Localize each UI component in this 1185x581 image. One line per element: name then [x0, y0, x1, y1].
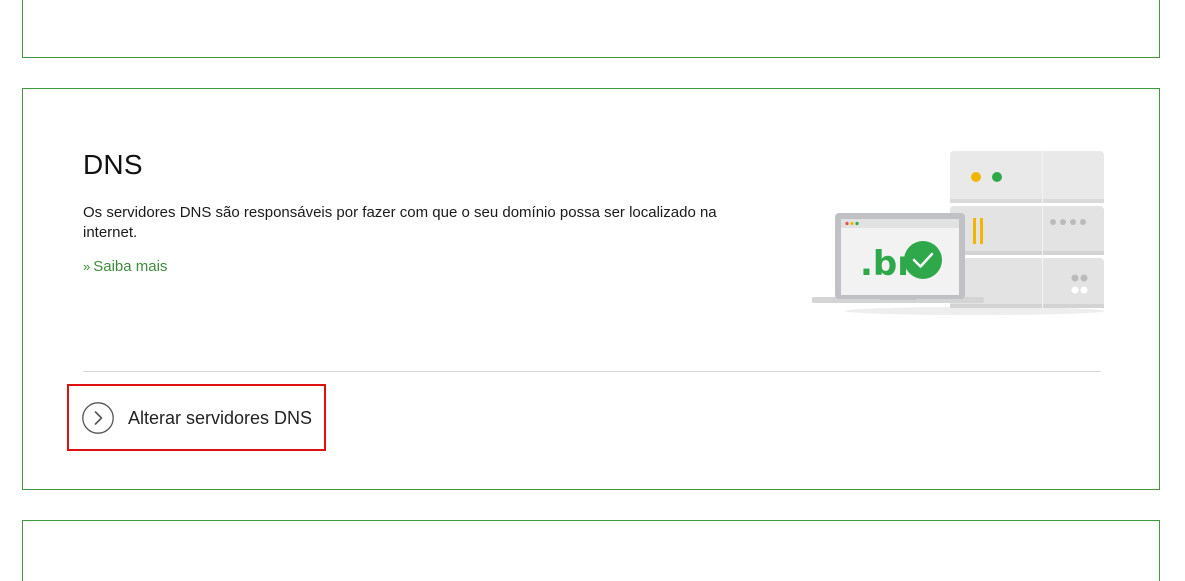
next-section-card [22, 520, 1160, 581]
learn-more-prefix: » [83, 259, 91, 274]
change-dns-button[interactable]: Alterar servidores DNS [82, 401, 312, 435]
learn-more-label: Saiba mais [93, 258, 168, 275]
previous-section-card [22, 0, 1160, 58]
section-description: Os servidores DNS são responsáveis por f… [83, 204, 717, 241]
change-dns-label: Alterar servidores DNS [128, 407, 313, 428]
section-divider [83, 371, 1101, 372]
chevron-right-circle-icon [82, 402, 114, 434]
section-title: DNS [83, 149, 143, 180]
dns-server-illustration: .br [812, 151, 1105, 315]
dns-section-card: DNS Os servidores DNS são responsáveis p… [22, 88, 1160, 490]
page: DNS Os servidores DNS são responsáveis p… [0, 0, 1185, 581]
learn-more-link[interactable]: » Saiba mais [83, 258, 167, 275]
